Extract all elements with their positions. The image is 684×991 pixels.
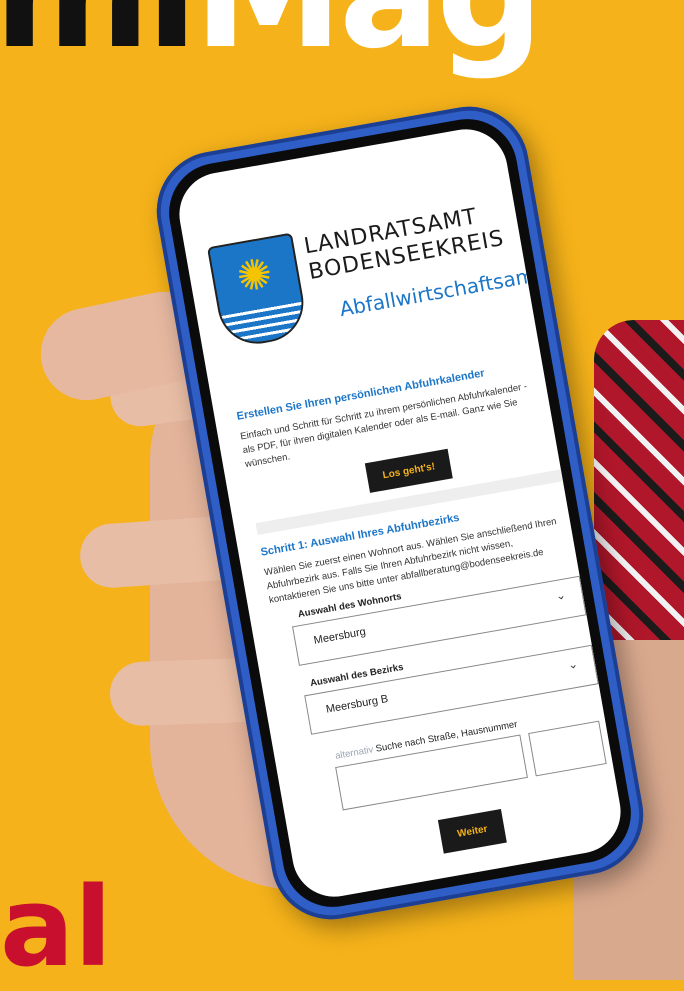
coat-of-arms-icon: ✺ <box>206 232 310 350</box>
chevron-down-icon: ⌄ <box>554 587 567 604</box>
start-button[interactable]: Los geht's! <box>364 448 453 493</box>
bezirk-select[interactable]: Meersburg B ⌄ <box>304 644 599 735</box>
wohnort-value: Meersburg <box>312 625 367 647</box>
background-headline: miMag <box>0 0 544 70</box>
headline-fragment-black: mi <box>0 0 198 82</box>
bezirk-value: Meersburg B <box>325 692 390 716</box>
site-header: ✺ LANDRATSAMT BODENSEEKREIS Abfallwirtsc… <box>205 186 544 386</box>
next-button[interactable]: Weiter <box>437 808 507 854</box>
chevron-down-icon: ⌄ <box>566 656 580 673</box>
headline-fragment-white: Mag <box>194 0 544 82</box>
alternative-prefix: alternativ <box>334 744 375 762</box>
sun-wheel-icon: ✺ <box>233 248 276 302</box>
chat-bot-icon[interactable] <box>624 765 628 801</box>
house-number-input[interactable] <box>528 720 607 777</box>
background-bottom-text: al <box>0 863 112 991</box>
water-waves-icon <box>220 299 308 348</box>
